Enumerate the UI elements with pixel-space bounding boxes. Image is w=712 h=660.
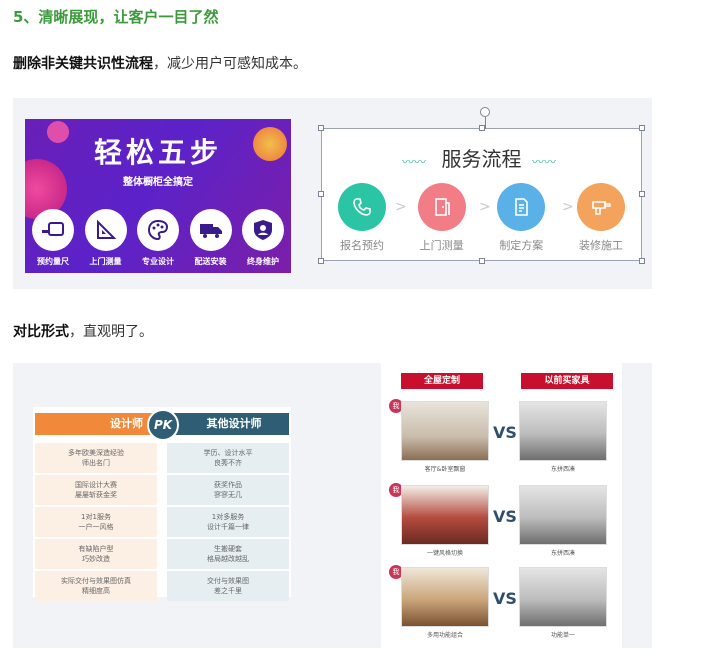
- resize-handle[interactable]: [479, 125, 485, 131]
- paragraph-process: 删除非关键共识性流程，减少用户可感知成本。: [13, 53, 307, 73]
- ruler-triangle-icon: [84, 209, 127, 251]
- flow-step-label: 制定方案: [499, 239, 544, 252]
- photo-caption: 功能单一: [550, 632, 575, 639]
- flow-step: 报名预约: [330, 183, 394, 253]
- wave-decoration-icon: 〰〰: [532, 155, 557, 169]
- pk-badge: PK: [147, 409, 179, 441]
- promo-step-label: 预约量尺: [37, 257, 69, 266]
- photo-caption: 一键风格切换: [426, 550, 463, 557]
- custom-vs-old-panel: 全屋定制 以前买家具 我 VS 客厅&卧室飘窗 东拼西凑 我 VS 一键风格切换…: [381, 363, 622, 648]
- promo-steps: 预约量尺 上门测量 专业设计 配送安装 终身维护: [29, 209, 287, 267]
- promo-banner: 轻松五步 整体橱柜全搞定 预约量尺 上门测量 专业设计 配送安装 终身维护: [25, 119, 291, 273]
- drill-icon: [576, 183, 625, 231]
- resize-handle[interactable]: [479, 258, 485, 264]
- old-furniture-header: 以前买家具: [521, 373, 613, 389]
- document-icon: [497, 183, 546, 231]
- comparison-cell: 有缺陷户型 巧妙改造: [35, 539, 157, 569]
- resize-handle[interactable]: [318, 125, 324, 131]
- room-photo-custom: [401, 401, 489, 461]
- room-photo-old: [519, 485, 607, 545]
- resize-handle[interactable]: [639, 191, 645, 197]
- comparison-cell: 学历、设计水平 良莠不齐: [167, 443, 289, 473]
- comparison-cell: 实际交付与效果图仿真 精细度高: [35, 571, 157, 601]
- section-heading: 5、清晰展现，让客户一目了然: [13, 8, 219, 26]
- flow-step: 装修施工: [569, 183, 633, 253]
- flow-step-label: 装修施工: [578, 239, 623, 252]
- promo-step-label: 终身维护: [247, 257, 279, 266]
- designer-comparison-table: 设计师 其他设计师 PK 多年欧美深造经验 师出名门 国际设计大赛 屡屡斩获金奖 1…: [33, 407, 291, 601]
- photo-caption: 多用功能组合: [426, 632, 463, 639]
- resize-handle[interactable]: [639, 258, 645, 264]
- room-photo-custom: [401, 485, 489, 545]
- flow-step-label: 报名预约: [340, 239, 384, 252]
- comparison-cell: 1对多服务 设计千篇一律: [167, 507, 289, 537]
- photo-caption: 东拼西凑: [550, 466, 575, 473]
- vs-label: VS: [493, 423, 517, 442]
- flow-steps: 报名预约 上门测量 制定方案 装修施工: [330, 183, 633, 253]
- left-column-header: 设计师: [35, 413, 157, 435]
- paragraph-bold: 删除非关键共识性流程: [13, 56, 153, 72]
- right-column: 学历、设计水平 良莠不齐 获奖作品 寥寥无几 1对多服务 设计千篇一律 生搬硬套 格局越…: [167, 443, 289, 603]
- comparison-cell: 交付与效果图 差之千里: [167, 571, 289, 601]
- service-flow-graphic[interactable]: 〰〰 服务流程 〰〰 > > > 报名预约 上门测量 制定方案 装修施工: [318, 107, 645, 264]
- custom-header: 全屋定制: [401, 373, 483, 389]
- flow-step-label: 上门测量: [419, 239, 464, 252]
- promo-title: 轻松五步: [93, 136, 222, 169]
- photo-caption: 东拼西凑: [550, 550, 575, 557]
- room-photo-old: [519, 567, 607, 627]
- comparison-cell: 1对1服务 一户一风格: [35, 507, 157, 537]
- shield-user-icon: [242, 209, 284, 251]
- tape-measure-icon: [32, 209, 74, 251]
- resize-handle[interactable]: [318, 258, 324, 264]
- figure-comparison: 设计师 其他设计师 PK 多年欧美深造经验 师出名门 国际设计大赛 屡屡斩获金奖 1…: [13, 363, 652, 648]
- phone-icon: [338, 183, 386, 231]
- paragraph-text: ，减少用户可感知成本。: [153, 56, 307, 72]
- comparison-cell: 国际设计大赛 屡屡斩获金奖: [35, 475, 157, 505]
- flow-step: 上门测量: [410, 183, 474, 253]
- truck-icon: [189, 209, 232, 251]
- resize-handle[interactable]: [318, 191, 324, 197]
- photo-caption: 客厅&卧室飘窗: [424, 466, 466, 473]
- right-column-header: 其他设计师: [167, 413, 289, 435]
- room-photo-old: [519, 401, 607, 461]
- rotate-handle[interactable]: [480, 107, 490, 117]
- palette-icon: [137, 209, 179, 251]
- door-icon: [417, 183, 466, 231]
- promo-step: 预约量尺: [29, 209, 77, 267]
- promo-step-label: 配送安装: [194, 257, 227, 266]
- promo-step: 终身维护: [239, 209, 287, 267]
- comparison-cell: 多年欧美深造经验 师出名门: [35, 443, 157, 473]
- promo-step-label: 专业设计: [142, 257, 174, 266]
- comparison-cell: 获奖作品 寥寥无几: [167, 475, 289, 505]
- promo-step-label: 上门测量: [89, 257, 122, 266]
- promo-step: 配送安装: [187, 209, 235, 267]
- rotate-handle-line: [485, 117, 486, 129]
- paragraph-bold: 对比形式: [13, 324, 69, 340]
- promo-step: 专业设计: [134, 209, 182, 267]
- promo-step: 上门测量: [82, 209, 130, 267]
- room-photo-custom: [401, 567, 489, 627]
- left-column: 多年欧美深造经验 师出名门 国际设计大赛 屡屡斩获金奖 1对1服务 一户一风格 有缺陷…: [35, 443, 157, 603]
- vs-label: VS: [493, 507, 517, 526]
- promo-subtitle: 整体橱柜全搞定: [123, 177, 193, 188]
- paragraph-compare: 对比形式，直观明了。: [13, 321, 153, 341]
- comparison-cell: 生搬硬套 格局越改越乱: [167, 539, 289, 569]
- resize-handle[interactable]: [639, 125, 645, 131]
- flow-step: 制定方案: [489, 183, 553, 253]
- paragraph-text: ，直观明了。: [69, 324, 153, 340]
- flow-title: 服务流程: [441, 147, 522, 171]
- figure-process-banners: 轻松五步 整体橱柜全搞定 预约量尺 上门测量 专业设计 配送安装 终身维护 〰〰…: [13, 98, 652, 289]
- vs-label: VS: [493, 589, 517, 608]
